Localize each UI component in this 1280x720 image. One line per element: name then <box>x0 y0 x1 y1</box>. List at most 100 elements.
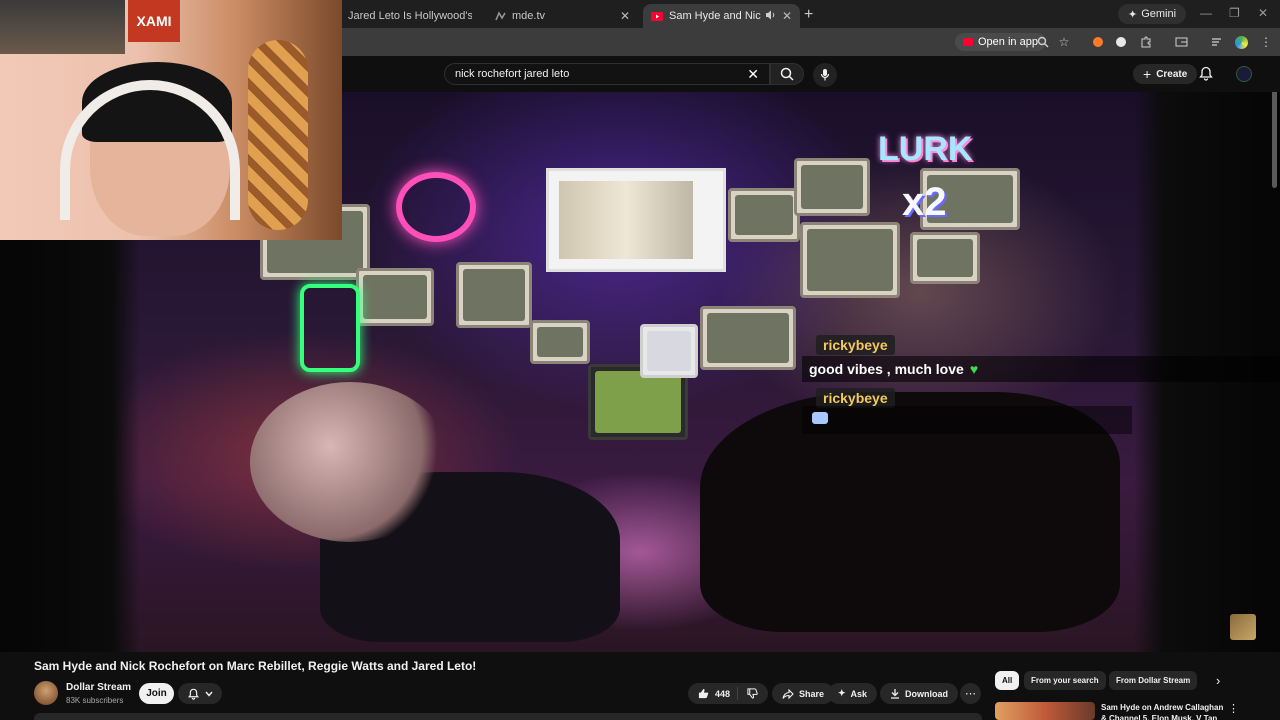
tab-jared-leto[interactable]: Jared Leto Is Hollywood's Next <box>340 4 480 28</box>
extensions-puzzle-icon[interactable] <box>1138 34 1154 50</box>
laptop <box>640 324 698 378</box>
crt-tv <box>700 306 796 370</box>
search-button[interactable] <box>770 63 804 85</box>
search-icon <box>780 67 794 81</box>
like-button[interactable]: 448 <box>688 687 738 700</box>
crt-tv <box>794 158 870 216</box>
crt-tv <box>728 188 800 242</box>
account-avatar[interactable] <box>1236 66 1252 82</box>
suggested-video-title[interactable]: Sam Hyde on Andrew Callaghan & Channel 5… <box>1101 702 1229 720</box>
download-icon <box>891 689 899 699</box>
stream-thumbnail <box>0 0 125 54</box>
lurk-emote-icon <box>812 412 828 424</box>
chevron-right-icon[interactable]: › <box>1216 673 1220 688</box>
tab-title: mde.tv <box>512 10 546 22</box>
tab-mde[interactable]: mde.tv ✕ <box>486 4 638 28</box>
share-label: Share <box>799 688 825 699</box>
cast-icon[interactable] <box>1173 34 1189 50</box>
gemini-button[interactable]: ✦ Gemini <box>1118 4 1187 24</box>
more-actions-icon[interactable]: ⋯ <box>960 683 981 704</box>
ask-button[interactable]: ✦ Ask <box>828 683 878 704</box>
person-left-head <box>250 382 450 542</box>
neon-cbd-sign-icon <box>300 284 360 372</box>
chat-username: rickybeye <box>816 388 895 408</box>
giraffe-figure <box>248 40 308 230</box>
plus-icon: + <box>1143 66 1152 82</box>
crt-tv <box>356 268 434 326</box>
minimize-icon[interactable]: — <box>1200 6 1212 20</box>
share-button[interactable]: Share <box>772 683 835 704</box>
close-window-icon[interactable]: ✕ <box>1258 6 1268 20</box>
close-tab-icon[interactable]: ✕ <box>620 9 630 23</box>
tab-search-icon[interactable] <box>1209 34 1225 50</box>
green-heart-icon: ♥ <box>969 361 979 377</box>
create-label: Create <box>1156 68 1188 80</box>
crt-tv <box>456 262 532 328</box>
crt-tv <box>530 320 590 364</box>
crt-tv <box>800 222 900 298</box>
download-button[interactable]: Download <box>880 683 958 704</box>
like-dislike-group: 448 <box>688 683 768 704</box>
new-tab-icon[interactable]: + <box>804 6 813 24</box>
open-in-app-label: Open in app <box>978 36 1038 48</box>
search-query: nick rochefort jared leto <box>455 68 570 80</box>
youtube-favicon-icon <box>651 10 663 22</box>
search-input[interactable]: nick rochefort jared leto ✕ <box>444 63 770 85</box>
webcam-overlay: XAMI <box>0 0 342 240</box>
chat-username: rickybeye <box>816 335 895 355</box>
channel-watermark-icon[interactable] <box>1230 614 1256 640</box>
chip-all[interactable]: All <box>995 671 1020 690</box>
chip-from-your-search[interactable]: From your search <box>1024 671 1106 690</box>
tab-title: Sam Hyde and Nick Rochefo <box>669 10 761 22</box>
open-in-app-button[interactable]: Open in app <box>955 33 1046 51</box>
channel-name[interactable]: Dollar Stream <box>66 682 131 693</box>
zoom-icon[interactable] <box>1035 34 1051 50</box>
chat-message: good vibes , much love ♥ <box>802 356 1280 382</box>
subscribed-bell-button[interactable] <box>178 683 222 704</box>
crt-tv <box>910 232 980 284</box>
extension-orange-icon[interactable] <box>1090 34 1106 50</box>
chevron-down-icon <box>204 691 213 697</box>
voice-search-button[interactable] <box>813 63 837 87</box>
clear-search-icon[interactable]: ✕ <box>747 66 759 83</box>
like-count: 448 <box>715 688 731 699</box>
screen: Jared Leto Is Hollywood's Next mde.tv ✕ … <box>0 0 1280 720</box>
mde-favicon-icon <box>494 10 506 22</box>
stream-thumbnail-xami: XAMI <box>128 0 180 42</box>
channel-avatar[interactable] <box>34 681 58 705</box>
sparkle-icon: ✦ <box>838 688 846 698</box>
restore-icon[interactable]: ❐ <box>1229 6 1240 20</box>
extension-white-icon[interactable] <box>1113 34 1129 50</box>
close-tab-icon[interactable]: ✕ <box>782 9 792 23</box>
browser-menu-icon[interactable]: ⋮ <box>1258 34 1274 50</box>
dislike-button[interactable] <box>738 688 758 699</box>
chip-from-channel[interactable]: From Dollar Stream <box>1109 671 1198 690</box>
suggested-video-menu-icon[interactable]: ⋮ <box>1228 702 1239 715</box>
suggested-video-thumbnail[interactable] <box>995 702 1095 720</box>
notifications-bell-icon[interactable] <box>1199 66 1213 86</box>
page-scrollbar[interactable] <box>1272 92 1277 188</box>
gemini-label: Gemini <box>1141 8 1177 20</box>
ask-label: Ask <box>850 688 868 699</box>
chat-message-text: good vibes , much love <box>809 361 964 377</box>
join-button[interactable]: Join <box>139 683 174 704</box>
download-label: Download <box>905 688 948 699</box>
description-box[interactable] <box>34 713 982 720</box>
desktop-monitor <box>546 168 726 272</box>
microphone-icon <box>820 69 830 81</box>
bookmark-star-icon[interactable]: ☆ <box>1056 34 1072 50</box>
youtube-icon <box>963 38 973 46</box>
profile-avatar-icon[interactable] <box>1233 34 1249 50</box>
chat-message <box>802 406 1132 434</box>
share-arrow-icon <box>782 688 794 699</box>
video-title: Sam Hyde and Nick Rochefort on Marc Rebi… <box>34 659 477 673</box>
speaker-icon[interactable] <box>765 9 776 23</box>
create-button[interactable]: + Create <box>1133 64 1198 84</box>
thumbs-down-icon <box>747 688 758 699</box>
tab-sam-hyde-video[interactable]: Sam Hyde and Nick Rochefo ✕ <box>643 4 800 28</box>
cam-thumb-label: XAMI <box>136 13 172 29</box>
x2-emote: x2 <box>902 180 947 224</box>
sparkle-icon: ✦ <box>1128 8 1138 21</box>
neon-at-sign-icon <box>396 172 476 242</box>
bell-icon <box>187 688 199 700</box>
